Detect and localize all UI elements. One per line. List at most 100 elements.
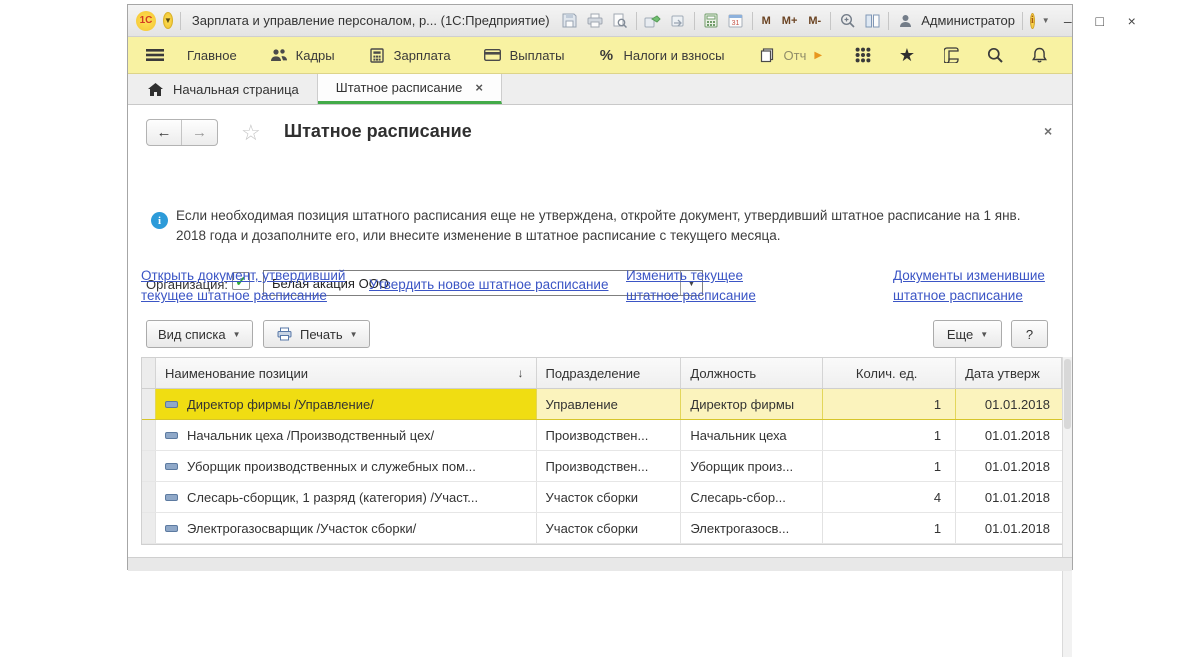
history-icon[interactable]	[942, 46, 960, 64]
maximize-button[interactable]: □	[1089, 14, 1111, 28]
split-window-icon[interactable]	[863, 12, 881, 30]
favorites-star-icon[interactable]: ★	[898, 46, 916, 64]
menu-label: Кадры	[296, 48, 335, 63]
hamburger-menu-icon[interactable]	[146, 46, 164, 64]
notifications-bell-icon[interactable]	[1030, 46, 1048, 64]
column-header-approval-date[interactable]: Дата утверж	[956, 358, 1062, 388]
cell-department[interactable]: Участок сборки	[537, 482, 682, 512]
cell-quantity[interactable]: 1	[823, 513, 956, 543]
cell-position[interactable]: Уборщик произ...	[681, 451, 823, 481]
calculator-icon	[368, 46, 386, 64]
sort-descending-icon[interactable]: ↓	[518, 366, 527, 380]
search-icon[interactable]	[986, 46, 1004, 64]
column-label: Наименование позиции	[165, 366, 308, 381]
cell-name[interactable]: Директор фирмы /Управление/	[156, 389, 537, 419]
view-list-button[interactable]: Вид списка▼	[146, 320, 253, 348]
menu-overflow-arrow-icon[interactable]: ▶	[814, 50, 822, 61]
print-preview-icon[interactable]	[611, 12, 629, 30]
info-menu-caret-icon[interactable]: ▼	[1042, 16, 1050, 25]
navigation-buttons: ← →	[146, 119, 218, 146]
cell-quantity[interactable]: 4	[823, 482, 956, 512]
minimize-button[interactable]: –	[1057, 14, 1079, 28]
menu-item-reports[interactable]: Отч ▶	[748, 46, 833, 64]
cell-quantity[interactable]: 1	[823, 451, 956, 481]
cell-name[interactable]: Начальник цеха /Производственный цех/	[156, 420, 537, 450]
cell-approval-date[interactable]: 01.01.2018	[956, 389, 1062, 419]
svg-text:31: 31	[732, 20, 740, 27]
forward-button[interactable]: →	[182, 120, 217, 145]
system-menu-caret-icon[interactable]: ▼	[163, 12, 173, 29]
menu-item-taxes[interactable]: % Налоги и взносы	[587, 46, 734, 64]
cell-department[interactable]: Управление	[537, 389, 682, 419]
memory-add-button[interactable]: M+	[780, 15, 800, 27]
calculator-icon[interactable]	[702, 12, 720, 30]
column-header-name[interactable]: Наименование позиции ↓	[156, 358, 537, 388]
tab-close-icon[interactable]: ×	[475, 80, 483, 95]
help-button[interactable]: ?	[1011, 320, 1048, 348]
cell-position[interactable]: Начальник цеха	[681, 420, 823, 450]
column-header-position[interactable]: Должность	[681, 358, 823, 388]
link-open-approving-document[interactable]: Открыть документ, утвердивший текущее шт…	[141, 266, 375, 306]
cell-approval-date[interactable]: 01.01.2018	[956, 482, 1062, 512]
tab-label: Штатное расписание	[336, 80, 463, 95]
print-button[interactable]: Печать▼	[263, 320, 370, 348]
zoom-in-icon[interactable]	[838, 12, 856, 30]
cell-quantity[interactable]: 1	[823, 389, 956, 419]
table-row[interactable]: Директор фирмы /Управление/ Управление Д…	[142, 389, 1062, 420]
cell-approval-date[interactable]: 01.01.2018	[956, 420, 1062, 450]
link-approve-new-schedule[interactable]: Утвердить новое штатное расписание	[369, 275, 631, 295]
cell-position[interactable]: Слесарь-сбор...	[681, 482, 823, 512]
page-title: Штатное расписание	[284, 121, 472, 142]
cell-quantity[interactable]: 1	[823, 420, 956, 450]
position-item-icon	[165, 494, 178, 501]
cell-approval-date[interactable]: 01.01.2018	[956, 513, 1062, 543]
close-button[interactable]: ×	[1121, 14, 1143, 28]
save-icon[interactable]	[561, 12, 579, 30]
table-row[interactable]: Слесарь-сборщик, 1 разряд (категория) /У…	[142, 482, 1062, 513]
window-title: Зарплата и управление персоналом, р... (…	[188, 13, 554, 28]
position-item-icon	[165, 525, 178, 532]
table-row[interactable]: Уборщик производственных и служебных пом…	[142, 451, 1062, 482]
column-header-department[interactable]: Подразделение	[537, 358, 682, 388]
tab-home[interactable]: Начальная страница	[128, 74, 318, 104]
more-button[interactable]: Еще▼	[933, 320, 1002, 348]
receive-document-icon[interactable]	[669, 12, 687, 30]
table-row[interactable]: Электрогазосварщик /Участок сборки/ Учас…	[142, 513, 1062, 544]
cell-approval-date[interactable]: 01.01.2018	[956, 451, 1062, 481]
scrollbar-thumb[interactable]	[1064, 359, 1071, 429]
info-menu-icon[interactable]: i	[1030, 13, 1035, 29]
position-item-icon	[165, 432, 178, 439]
calendar-icon[interactable]: 31	[727, 12, 745, 30]
form-close-icon[interactable]: ×	[1044, 123, 1052, 139]
cell-department[interactable]: Производствен...	[537, 451, 682, 481]
send-document-icon[interactable]	[644, 12, 662, 30]
all-functions-grid-icon[interactable]	[854, 46, 872, 64]
memory-subtract-button[interactable]: M-	[806, 15, 823, 27]
people-icon	[270, 46, 288, 64]
cell-name[interactable]: Электрогазосварщик /Участок сборки/	[156, 513, 537, 543]
cell-department[interactable]: Участок сборки	[537, 513, 682, 543]
menu-label: Налоги и взносы	[623, 48, 724, 63]
position-item-icon	[165, 401, 178, 408]
link-documents-changed-schedule[interactable]: Документы изменившие штатное расписание	[893, 266, 1063, 306]
cell-department[interactable]: Производствен...	[537, 420, 682, 450]
back-button[interactable]: ←	[147, 120, 182, 145]
cell-name[interactable]: Слесарь-сборщик, 1 разряд (категория) /У…	[156, 482, 537, 512]
table-vertical-scrollbar[interactable]	[1062, 357, 1072, 657]
menu-item-personnel[interactable]: Кадры	[260, 46, 345, 64]
cell-position[interactable]: Директор фирмы	[681, 389, 823, 419]
table-row[interactable]: Начальник цеха /Производственный цех/ Пр…	[142, 420, 1062, 451]
print-icon[interactable]	[586, 12, 604, 30]
tab-staffing-schedule[interactable]: Штатное расписание ×	[318, 74, 502, 104]
menu-item-main[interactable]: Главное	[177, 48, 247, 63]
column-header-quantity[interactable]: Колич. ед.	[823, 358, 956, 388]
memory-recall-button[interactable]: M	[760, 15, 773, 27]
menu-item-salary[interactable]: Зарплата	[358, 46, 461, 64]
menu-label: Зарплата	[394, 48, 451, 63]
link-change-current-schedule[interactable]: Изменить текущее штатное расписание	[626, 266, 766, 306]
menu-item-payments[interactable]: Выплаты	[474, 46, 575, 64]
cell-name[interactable]: Уборщик производственных и служебных пом…	[156, 451, 537, 481]
current-user-label[interactable]: Администратор	[921, 13, 1015, 28]
add-to-favorites-star-icon[interactable]: ☆	[241, 120, 261, 146]
cell-position[interactable]: Электрогазосв...	[681, 513, 823, 543]
